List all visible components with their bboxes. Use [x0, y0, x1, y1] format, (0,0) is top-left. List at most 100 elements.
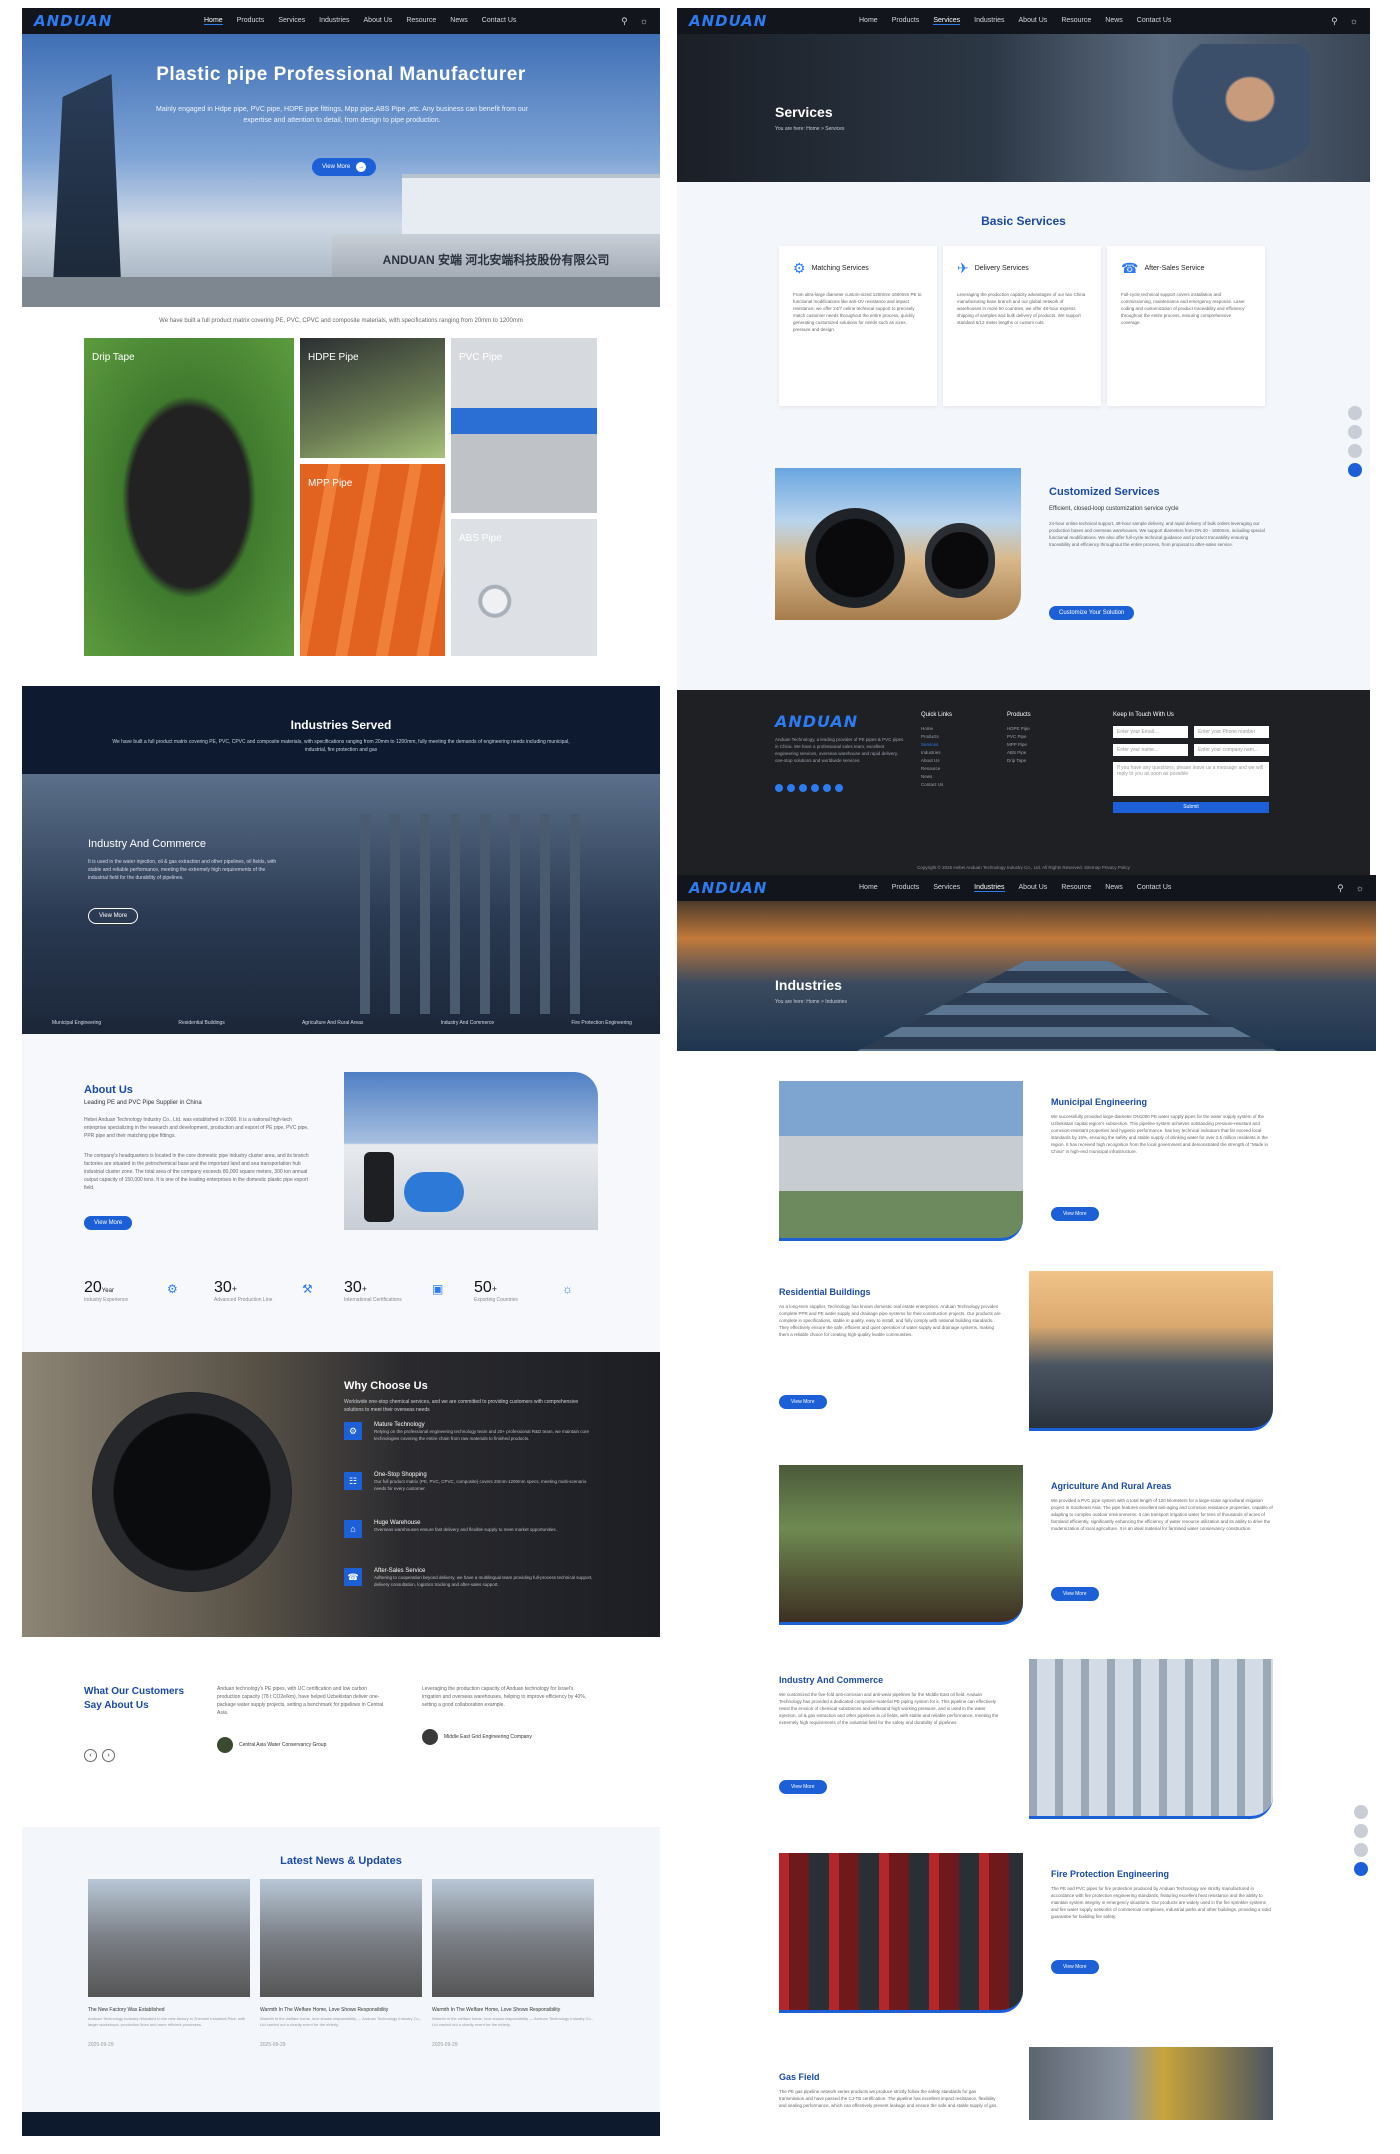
stat-certifications: 30+ International Certifications — [344, 1279, 402, 1303]
brand-logo[interactable]: ANDUAN — [34, 12, 164, 30]
search-icon[interactable]: ⚲ — [1331, 16, 1338, 27]
footer-link-products[interactable]: Products — [921, 734, 943, 739]
nav-home[interactable]: Home — [859, 17, 878, 25]
nav-resource[interactable]: Resource — [1061, 884, 1091, 892]
twitter-icon[interactable] — [799, 784, 807, 792]
services-floating-toolbar — [1348, 406, 1362, 477]
search-icon[interactable]: ⚲ — [621, 16, 628, 27]
news-card-2[interactable]: Warmth In The Welfare Home, Love Shows R… — [260, 1879, 422, 2048]
instagram-icon[interactable] — [823, 784, 831, 792]
nav-contact[interactable]: Contact Us — [1137, 884, 1172, 892]
facebook-icon[interactable] — [775, 784, 783, 792]
message-field[interactable]: If you have any questions, please leave … — [1113, 762, 1269, 796]
industry-tab-municipal[interactable]: Municipal Engineering — [52, 1020, 101, 1026]
product-tile-hdpe[interactable]: HDPE Pipe — [300, 338, 445, 458]
nav-services[interactable]: Services — [933, 17, 961, 25]
globe-icon[interactable]: ☼ — [640, 16, 648, 27]
phone-field[interactable]: Enter your Phone number — [1194, 726, 1269, 738]
footer-logo[interactable]: ANDUAN — [775, 712, 905, 731]
industries-view-more-button[interactable]: View More — [88, 908, 139, 924]
news-card-3[interactable]: Warmth In The Welfare Home, Love Shows R… — [432, 1879, 594, 2048]
nav-about[interactable]: About Us — [1019, 17, 1048, 25]
product-tile-mpp[interactable]: MPP Pipe — [300, 464, 445, 656]
brand-logo[interactable]: ANDUAN — [689, 12, 819, 30]
footer-link-home[interactable]: Home — [921, 726, 943, 731]
footer-link-about[interactable]: About Us — [921, 758, 943, 763]
nav-industries[interactable]: Industries — [974, 17, 1004, 25]
company-field[interactable]: Enter your company nam... — [1194, 744, 1269, 756]
footer-product-drip[interactable]: Drip Tape — [1007, 758, 1030, 763]
youtube-icon[interactable] — [811, 784, 819, 792]
chat-icon[interactable] — [1354, 1843, 1368, 1857]
nav-industries[interactable]: Industries — [974, 884, 1005, 892]
footer-product-pvc[interactable]: PVC Pipe — [1007, 734, 1030, 739]
nav-news[interactable]: News — [450, 17, 468, 25]
product-tile-pvc[interactable]: PVC Pipe — [451, 338, 597, 513]
submit-button[interactable]: Submit — [1113, 802, 1269, 813]
globe-icon[interactable]: ☼ — [1350, 16, 1358, 27]
footer-product-mpp[interactable]: MPP Pipe — [1007, 742, 1030, 747]
after-sales-card[interactable]: ☎ After-Sales Service Full-cycle technic… — [1107, 246, 1265, 406]
industry-tab-fire[interactable]: Fire Protection Engineering — [571, 1020, 632, 1026]
industry-tab-residential[interactable]: Residential Buildings — [178, 1020, 224, 1026]
linkedin-icon[interactable] — [787, 784, 795, 792]
next-arrow-icon[interactable]: › — [102, 1749, 115, 1762]
customize-solution-button[interactable]: Customize Your Solution — [1049, 606, 1135, 620]
footer-product-hdpe[interactable]: HDPE Pipe — [1007, 726, 1030, 731]
hero-view-more-button[interactable]: View More → — [312, 158, 377, 176]
email-icon[interactable] — [1354, 1824, 1368, 1838]
industry-tab-agriculture[interactable]: Agriculture And Rural Areas — [302, 1020, 363, 1026]
nav-contact[interactable]: Contact Us — [1137, 17, 1172, 25]
email-field[interactable]: Enter your Email... — [1113, 726, 1188, 738]
footer-link-resource[interactable]: Resource — [921, 766, 943, 771]
nav-news[interactable]: News — [1105, 884, 1123, 892]
footer-link-services[interactable]: Services — [921, 742, 943, 747]
tiktok-icon[interactable] — [835, 784, 843, 792]
fire-protection-view-more-button[interactable]: View More — [1051, 1960, 1099, 1974]
footer-link-contact[interactable]: Contact Us — [921, 782, 943, 787]
nav-resource[interactable]: Resource — [406, 17, 436, 25]
brand-logo[interactable]: ANDUAN — [689, 879, 819, 897]
nav-resource[interactable]: Resource — [1061, 17, 1091, 25]
phone-icon[interactable] — [1354, 1805, 1368, 1819]
phone-icon[interactable] — [1348, 406, 1362, 420]
footer-product-abs[interactable]: ABS Pipe — [1007, 750, 1030, 755]
home-nav-links: Home Products Services Industries About … — [204, 17, 621, 25]
gas-field-text: The PE gas pipeline network series produ… — [779, 2089, 998, 2108]
footer-link-news[interactable]: News — [921, 774, 943, 779]
residential-image — [1029, 1271, 1273, 1431]
news-card-1[interactable]: The New Factory Was Established Anduan T… — [88, 1879, 250, 2048]
back-to-top-icon[interactable] — [1348, 463, 1362, 477]
name-field[interactable]: Enter your name... — [1113, 744, 1188, 756]
news-2-title: Warmth In The Welfare Home, Love Shows R… — [260, 2007, 389, 2013]
industry-commerce-view-more-button[interactable]: View More — [779, 1780, 827, 1794]
product-tile-abs[interactable]: ABS Pipe — [451, 519, 597, 656]
nav-about[interactable]: About Us — [364, 17, 393, 25]
nav-services[interactable]: Services — [278, 17, 305, 25]
delivery-services-card[interactable]: ✈ Delivery Services Leveraging the produ… — [943, 246, 1101, 406]
back-to-top-icon[interactable] — [1354, 1862, 1368, 1876]
municipal-view-more-button[interactable]: View More — [1051, 1207, 1099, 1221]
prev-arrow-icon[interactable]: ‹ — [84, 1749, 97, 1762]
matching-services-card[interactable]: ⚙ Matching Services From ultra-large dia… — [779, 246, 937, 406]
industry-tab-industry[interactable]: Industry And Commerce — [441, 1020, 495, 1026]
footer-link-industries[interactable]: Industries — [921, 750, 943, 755]
about-view-more-button[interactable]: View More — [84, 1216, 133, 1230]
nav-products[interactable]: Products — [892, 17, 920, 25]
search-icon[interactable]: ⚲ — [1337, 883, 1344, 894]
nav-about[interactable]: About Us — [1019, 884, 1048, 892]
nav-products[interactable]: Products — [237, 17, 265, 25]
residential-view-more-button[interactable]: View More — [779, 1395, 827, 1409]
email-icon[interactable] — [1348, 425, 1362, 439]
nav-home[interactable]: Home — [204, 17, 223, 25]
nav-contact[interactable]: Contact Us — [482, 17, 517, 25]
nav-services[interactable]: Services — [933, 884, 960, 892]
product-tile-drip-tape[interactable]: Drip Tape — [84, 338, 294, 656]
nav-news[interactable]: News — [1105, 17, 1123, 25]
chat-icon[interactable] — [1348, 444, 1362, 458]
nav-home[interactable]: Home — [859, 884, 878, 892]
agriculture-view-more-button[interactable]: View More — [1051, 1587, 1099, 1601]
globe-icon[interactable]: ☼ — [1356, 883, 1364, 894]
nav-products[interactable]: Products — [892, 884, 920, 892]
nav-industries[interactable]: Industries — [319, 17, 349, 25]
